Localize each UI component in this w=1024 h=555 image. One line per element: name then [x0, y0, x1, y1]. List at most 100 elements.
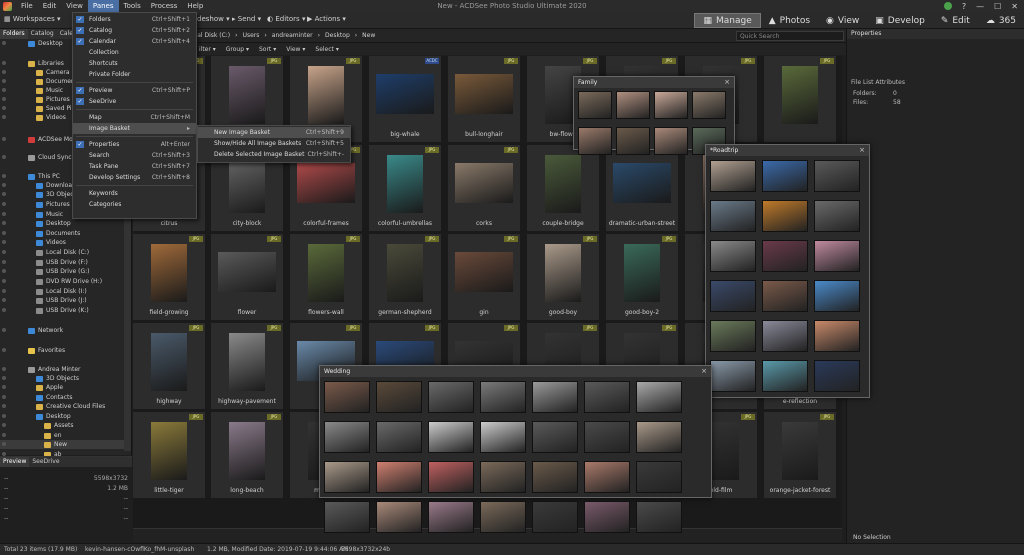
visibility-icon[interactable]	[2, 367, 6, 371]
tree-item[interactable]: Creative Cloud Files	[0, 402, 124, 411]
filter-menu-group[interactable]: Group ▾	[226, 46, 249, 53]
basket-thumbnail[interactable]	[654, 91, 688, 119]
breadcrumb-item[interactable]: Desktop	[325, 32, 350, 39]
menu-item-develop-settings[interactable]: Develop Settings Ctrl+Shift+8	[73, 172, 196, 183]
visibility-icon[interactable]	[2, 260, 6, 264]
basket-wedding[interactable]: Wedding ×	[319, 365, 712, 533]
thumbnail-cell[interactable]: JPG corks	[448, 145, 520, 231]
tree-item[interactable]: Local Disk (I:)	[0, 287, 124, 296]
close-icon[interactable]: ×	[859, 145, 865, 156]
basket-thumbnail[interactable]	[654, 127, 688, 155]
thumbnail-cell[interactable]: JPG orange-jacket-forest	[764, 412, 836, 498]
workspaces-button[interactable]: ▦ Workspaces ▾	[4, 15, 61, 23]
basket-thumbnail[interactable]	[532, 501, 578, 533]
menu-panes[interactable]: Panes	[87, 0, 119, 12]
maximize-icon[interactable]: ☐	[994, 2, 1001, 11]
menu-process[interactable]: Process	[146, 0, 183, 12]
thumbnail-cell[interactable]: JPG highway-pavement	[211, 323, 283, 409]
menu-item-shortcuts[interactable]: Shortcuts	[73, 58, 196, 69]
tree-item[interactable]: Apple	[0, 383, 124, 392]
basket-family[interactable]: Family ×	[573, 76, 735, 155]
visibility-icon[interactable]	[2, 376, 6, 380]
basket-thumbnail[interactable]	[324, 501, 370, 533]
tree-item[interactable]: Favorites	[0, 346, 124, 355]
mode-tab-365[interactable]: ☁ 365	[978, 13, 1024, 28]
visibility-icon[interactable]	[2, 328, 6, 332]
visibility-icon[interactable]	[2, 433, 6, 437]
basket-thumbnail[interactable]	[814, 240, 860, 272]
filter-menu-select[interactable]: Select ▾	[315, 46, 338, 53]
basket-thumbnail[interactable]	[532, 461, 578, 493]
thumbnail-cell[interactable]: JPG flowers-wall	[290, 234, 362, 320]
mode-tab-manage[interactable]: ▦ Manage	[694, 13, 761, 28]
breadcrumb-item[interactable]: New	[362, 32, 375, 39]
tree-item[interactable]: en	[0, 431, 124, 440]
basket-thumbnail[interactable]	[376, 461, 422, 493]
tree-item[interactable]: Assets	[0, 421, 124, 430]
mode-tab-develop[interactable]: ▣ Develop	[867, 13, 933, 28]
basket-thumbnail[interactable]	[532, 421, 578, 453]
menu-item-image-basket[interactable]: Image Basket ▸	[73, 123, 196, 134]
menu-tools[interactable]: Tools	[119, 0, 146, 12]
visibility-icon[interactable]	[2, 137, 6, 141]
menu-item-collection[interactable]: Collection	[73, 47, 196, 58]
thumbnail-cell[interactable]: ACDC big-whale	[369, 56, 441, 142]
thumbnail-cell[interactable]: JPG good-boy-2	[606, 234, 678, 320]
properties-tabs[interactable]: File List Attributes	[851, 79, 905, 86]
basket-thumbnail[interactable]	[428, 421, 474, 453]
visibility-icon[interactable]	[2, 298, 6, 302]
basket-thumbnail[interactable]	[636, 381, 682, 413]
visibility-icon[interactable]	[2, 279, 6, 283]
tree-item[interactable]: Andrea Minter	[0, 365, 124, 374]
tree-item[interactable]: DVD RW Drive (H:)	[0, 277, 124, 286]
close-icon[interactable]: ✕	[1011, 2, 1018, 11]
menu-item-new-image-basket[interactable]: New Image Basket Ctrl+Shift+9	[198, 127, 350, 138]
tree-item[interactable]: Local Disk (C:)	[0, 248, 124, 257]
visibility-icon[interactable]	[2, 240, 6, 244]
basket-thumbnail[interactable]	[692, 91, 726, 119]
visibility-icon[interactable]	[2, 97, 6, 101]
basket-thumbnail[interactable]	[814, 280, 860, 312]
visibility-icon[interactable]	[2, 202, 6, 206]
tree-item[interactable]: Desktop	[0, 219, 124, 228]
visibility-icon[interactable]	[2, 231, 6, 235]
visibility-icon[interactable]	[2, 348, 6, 352]
basket-thumbnail[interactable]	[762, 320, 808, 352]
basket-thumbnail[interactable]	[480, 421, 526, 453]
basket-thumbnail[interactable]	[480, 461, 526, 493]
menu-item-properties[interactable]: ✓ Properties Alt+Enter	[73, 139, 196, 150]
thumbnail-cell[interactable]: JPG gin	[448, 234, 520, 320]
tree-item[interactable]: Videos	[0, 238, 124, 247]
basket-thumbnail[interactable]	[428, 501, 474, 533]
tree-item[interactable]: USB Drive (F:)	[0, 258, 124, 267]
menu-item-calendar[interactable]: ✓ Calendar Ctrl+Shift+4	[73, 36, 196, 47]
visibility-icon[interactable]	[2, 250, 6, 254]
tree-item[interactable]: Contacts	[0, 393, 124, 402]
visibility-icon[interactable]	[2, 442, 6, 446]
visibility-icon[interactable]	[2, 70, 6, 74]
thumbnail-cell[interactable]: JPG german-shepherd	[369, 234, 441, 320]
visibility-icon[interactable]	[2, 183, 6, 187]
visibility-icon[interactable]	[2, 308, 6, 312]
filter-menu-view[interactable]: View ▾	[286, 46, 305, 53]
basket-thumbnail[interactable]	[578, 91, 612, 119]
editors-button[interactable]: ◐ Editors ▾	[267, 15, 305, 23]
basket-thumbnail[interactable]	[428, 381, 474, 413]
visibility-icon[interactable]	[2, 61, 6, 65]
menu-item-search[interactable]: Search Ctrl+Shift+3	[73, 150, 196, 161]
visibility-icon[interactable]	[2, 395, 6, 399]
visibility-icon[interactable]	[2, 106, 6, 110]
tree-item[interactable]: New	[0, 440, 124, 449]
basket-thumbnail[interactable]	[584, 501, 630, 533]
basket-roadtrip[interactable]: *Roadtrip ×	[705, 144, 870, 398]
slideshow-button[interactable]: deshow ▾	[197, 15, 230, 23]
basket-thumbnail[interactable]	[710, 280, 756, 312]
visibility-icon[interactable]	[2, 41, 6, 45]
basket-thumbnail[interactable]	[762, 200, 808, 232]
basket-thumbnail[interactable]	[762, 360, 808, 392]
filter-menu-sort[interactable]: Sort ▾	[259, 46, 276, 53]
preview-tab-preview[interactable]: Preview	[0, 457, 30, 467]
close-icon[interactable]: ×	[724, 77, 730, 88]
thumbnail-cell[interactable]: JPG good-boy	[527, 234, 599, 320]
menu-view[interactable]: View	[61, 0, 88, 12]
